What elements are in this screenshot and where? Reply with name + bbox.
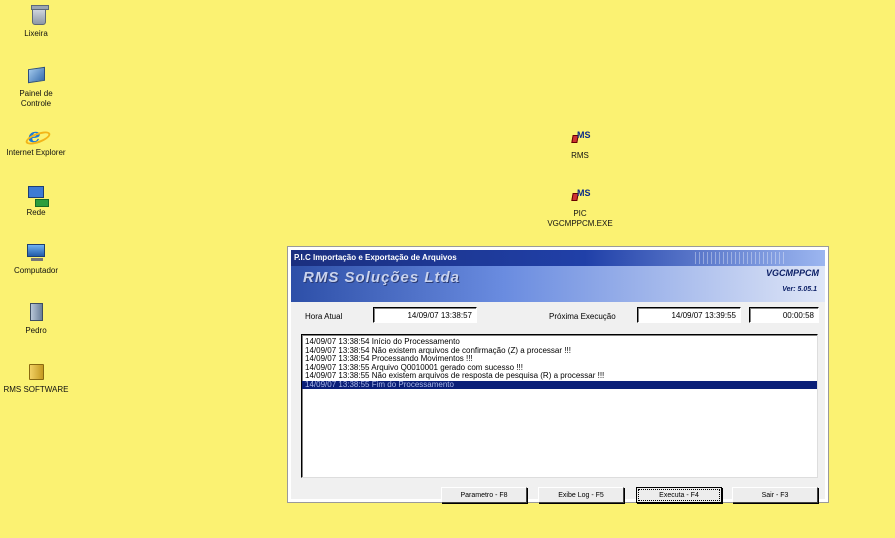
window-title-bar[interactable]: P.I.C Importação e Exportação de Arquivo… xyxy=(291,250,825,266)
window-title: P.I.C Importação e Exportação de Arquivo… xyxy=(294,253,457,262)
parametro-button[interactable]: Parametro - F8 xyxy=(441,487,527,503)
sair-button[interactable]: Sair - F3 xyxy=(732,487,818,503)
desktop-icon-label: PIC VGCMPPCM.EXE xyxy=(547,209,613,228)
user-folder-icon xyxy=(30,303,43,321)
desktop-icon-label: Rede xyxy=(26,208,46,217)
desktop-icon-label: Painel de Controle xyxy=(19,89,53,108)
version-label: Ver: 5.05.1 xyxy=(782,286,817,293)
log-list[interactable]: 14/09/07 13:38:54 Início do Processament… xyxy=(301,334,818,478)
proxima-execucao-field: 14/09/07 13:39:55 xyxy=(637,307,741,323)
control-panel-icon xyxy=(28,66,45,84)
program-code: VGCMPPCM xyxy=(765,268,819,278)
desktop-icon-painel-de-controle[interactable]: Painel de Controle xyxy=(0,64,76,109)
list-item-selected[interactable]: 14/09/07 13:38:55 Fim do Processamento xyxy=(302,380,817,389)
desktop-icon-label: RMS xyxy=(571,151,589,160)
company-banner: RMS Soluções Ltda VGCMPPCM Ver: 5.05.1 xyxy=(291,266,825,302)
rms-icon: MS xyxy=(571,130,591,144)
internet-explorer-icon: e xyxy=(28,123,41,147)
window-body: P.I.C Importação e Exportação de Arquivo… xyxy=(291,250,825,503)
desktop-icon-internet-explorer[interactable]: e Internet Explorer xyxy=(0,123,76,158)
recycle-bin-icon xyxy=(31,5,49,25)
desktop-icon-label: Internet Explorer xyxy=(6,148,66,157)
exibe-log-button[interactable]: Exibe Log - F5 xyxy=(538,487,624,503)
countdown-field: 00:00:58 xyxy=(749,307,819,323)
desktop-icon-lixeira[interactable]: Lixeira xyxy=(0,4,76,39)
company-name: RMS Soluções Ltda xyxy=(303,269,461,286)
desktop-icon-label: Lixeira xyxy=(24,29,48,38)
pic-window: P.I.C Importação e Exportação de Arquivo… xyxy=(287,246,829,503)
hora-atual-field: 14/09/07 13:38:57 xyxy=(373,307,477,323)
rms-exe-icon: MS xyxy=(571,188,591,202)
network-icon xyxy=(28,186,49,207)
executa-button[interactable]: Executa - F4 xyxy=(636,487,722,503)
button-bar: Parametro - F8 Exibe Log - F5 Executa - … xyxy=(291,487,825,505)
desktop-icon-label: Pedro xyxy=(25,326,47,335)
time-row: Hora Atual 14/09/07 13:38:57 Próxima Exe… xyxy=(291,307,825,325)
desktop-icon-label: RMS SOFTWARE xyxy=(3,385,69,394)
desktop-icon-rede[interactable]: Rede xyxy=(0,183,76,218)
desktop-icon-pic-vgcmppcm[interactable]: MS PIC VGCMPPCM.EXE xyxy=(540,184,620,229)
computer-icon xyxy=(27,244,45,261)
desktop-icon-label: Computador xyxy=(13,266,59,275)
folder-icon xyxy=(29,364,44,380)
desktop-icon-rms-software[interactable]: RMS SOFTWARE xyxy=(0,360,76,395)
desktop-icon-rms[interactable]: MS RMS xyxy=(540,126,620,161)
desktop-icon-computador[interactable]: Computador xyxy=(0,241,76,276)
desktop-icon-pedro[interactable]: Pedro xyxy=(0,301,76,336)
proxima-execucao-label: Próxima Execução xyxy=(549,312,616,321)
hora-atual-label: Hora Atual xyxy=(305,312,343,321)
